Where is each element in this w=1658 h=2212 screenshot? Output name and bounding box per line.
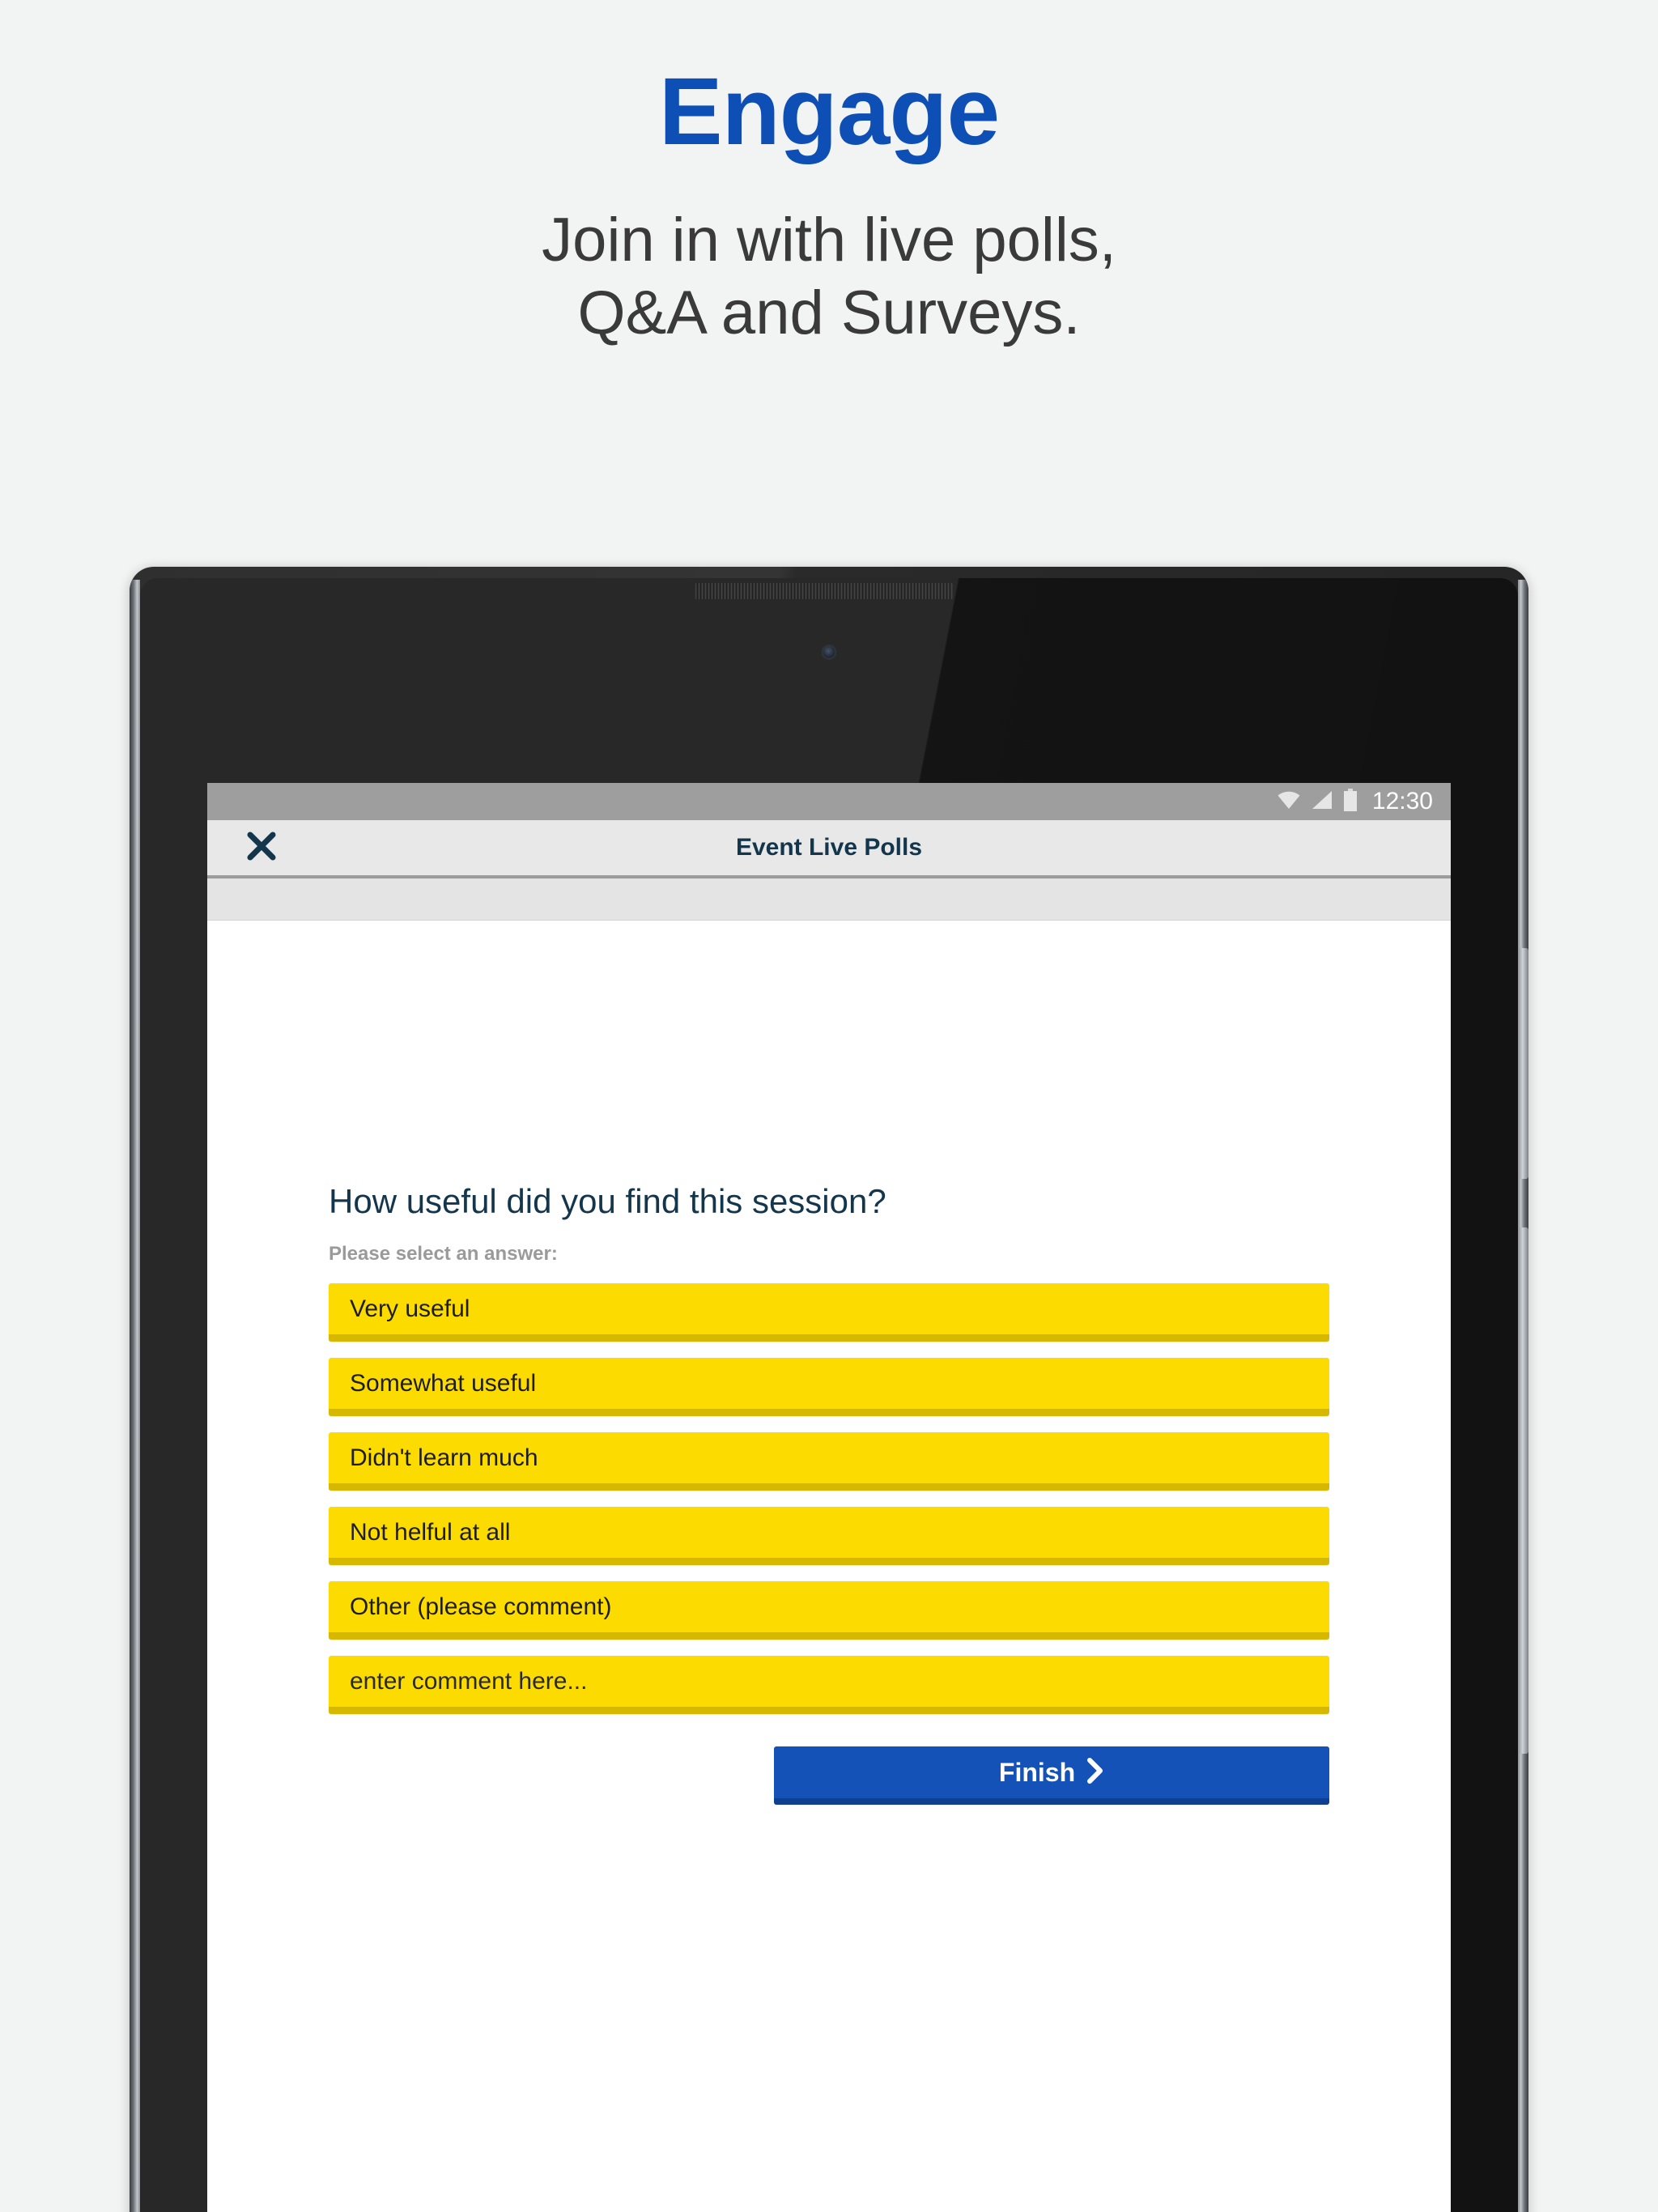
- device-right-rail: [1518, 580, 1528, 2212]
- power-button[interactable]: [1519, 1227, 1528, 1754]
- poll-option-somewhat-useful[interactable]: Somewhat useful: [329, 1358, 1329, 1417]
- poll-option-label: Other (please comment): [350, 1593, 612, 1620]
- device-left-rail: [130, 580, 140, 2212]
- poll-option-label: Somewhat useful: [350, 1369, 537, 1397]
- close-button[interactable]: [243, 829, 280, 866]
- wifi-icon: [1277, 789, 1301, 815]
- poll-question: How useful did you find this session?: [329, 1182, 886, 1220]
- poll-content: How useful did you find this session? Pl…: [207, 921, 1451, 2208]
- poll-option-other[interactable]: Other (please comment): [329, 1581, 1329, 1640]
- speaker-grille-icon: [695, 583, 953, 599]
- finish-button[interactable]: Finish: [774, 1746, 1329, 1806]
- poll-option-didnt-learn-much[interactable]: Didn't learn much: [329, 1432, 1329, 1491]
- poll-option-very-useful[interactable]: Very useful: [329, 1283, 1329, 1342]
- page-title: Engage: [658, 58, 1000, 165]
- promo-subtitle: Join in with live polls, Q&A and Surveys…: [0, 204, 1658, 349]
- volume-button[interactable]: [1519, 948, 1528, 1179]
- signal-icon: [1311, 789, 1333, 815]
- poll-option-label: Very useful: [350, 1295, 470, 1322]
- finish-button-label: Finish: [998, 1757, 1076, 1787]
- poll-instruction: Please select an answer:: [329, 1243, 558, 1266]
- close-icon: [244, 829, 278, 867]
- status-bar-clock: 12:30: [1371, 788, 1433, 815]
- finish-row: Finish: [329, 1746, 1329, 1806]
- status-bar: 12:30: [207, 783, 1451, 820]
- battery-icon: [1343, 788, 1358, 815]
- app-bar-title: Event Live Polls: [735, 834, 923, 861]
- chevron-right-icon: [1086, 1757, 1104, 1789]
- sub-tab-bar: [207, 878, 1451, 921]
- app-screen: 12:30 Event Live Polls How useful did yo…: [207, 783, 1451, 2212]
- promo-header: Engage Join in with live polls, Q&A and …: [0, 0, 1658, 350]
- app-bar: Event Live Polls: [207, 820, 1451, 878]
- poll-option-label: Didn't learn much: [350, 1444, 538, 1471]
- front-camera-icon: [823, 646, 835, 658]
- poll-options-list: Very useful Somewhat useful Didn't learn…: [329, 1283, 1329, 1715]
- comment-input-placeholder: enter comment here...: [350, 1667, 588, 1695]
- promo-subtitle-line-1: Join in with live polls,: [542, 206, 1116, 275]
- comment-input-wrapper[interactable]: enter comment here...: [329, 1656, 1329, 1715]
- poll-option-label: Not helful at all: [350, 1518, 511, 1546]
- promo-subtitle-line-2: Q&A and Surveys.: [577, 278, 1081, 347]
- poll-option-not-helpful-at-all[interactable]: Not helful at all: [329, 1507, 1329, 1566]
